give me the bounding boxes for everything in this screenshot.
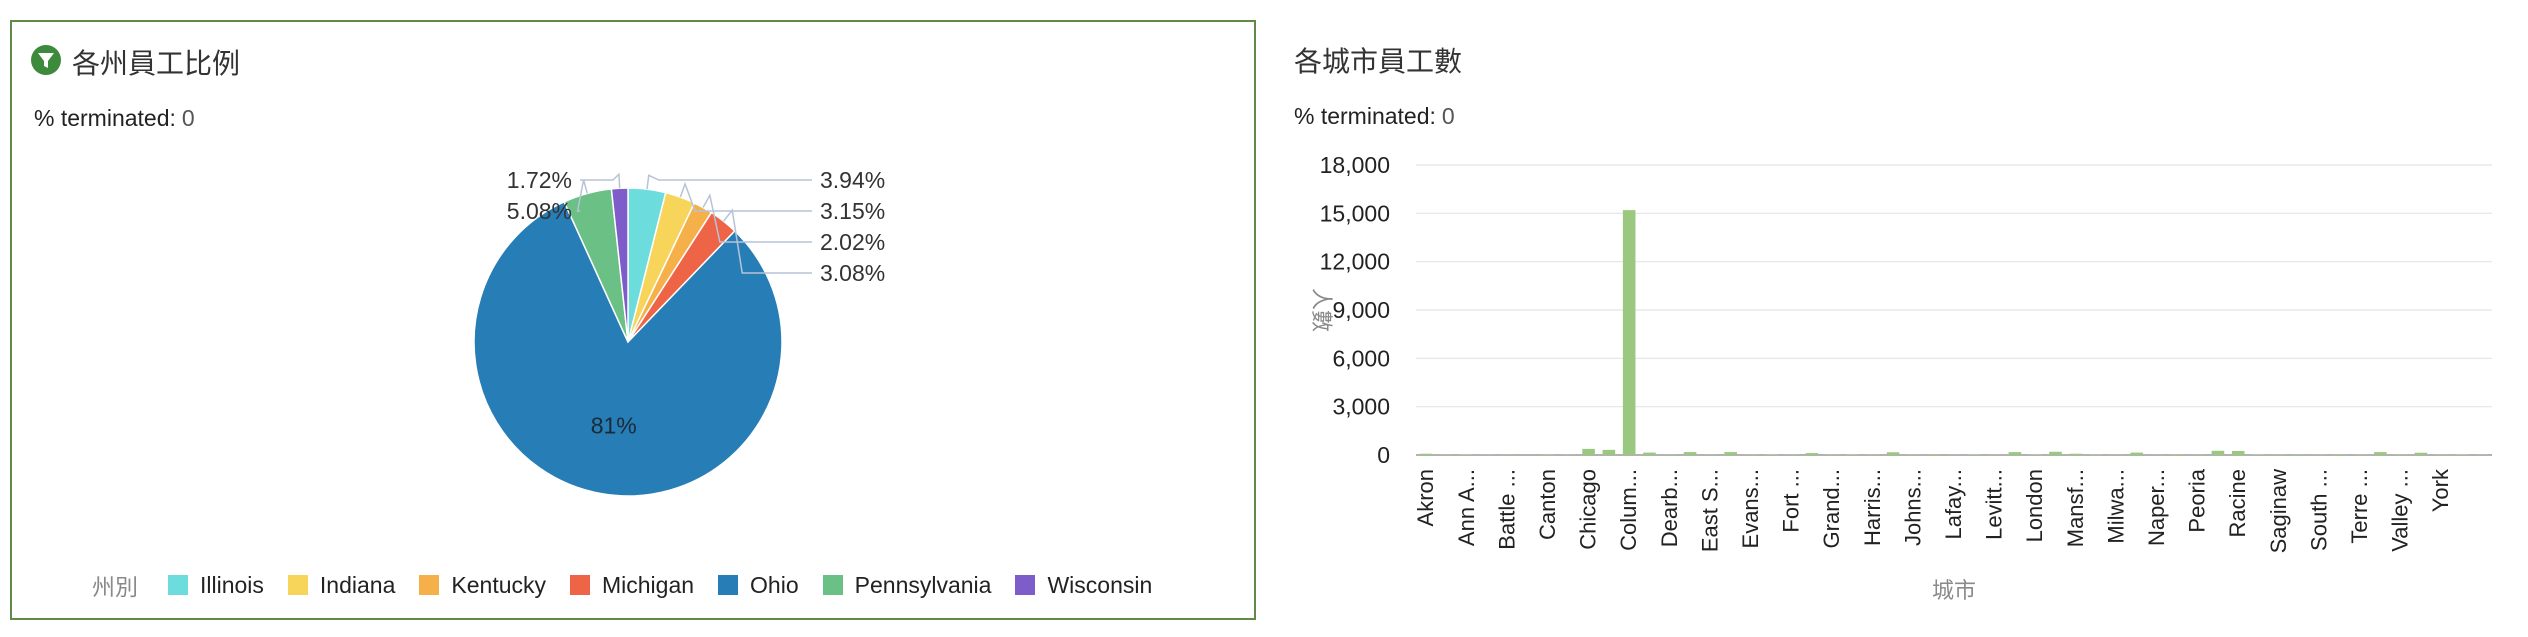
pie-label-wisconsin: 1.72%: [507, 167, 572, 193]
legend-swatch: [570, 575, 590, 595]
legend-item-pennsylvania[interactable]: Pennsylvania: [822, 571, 992, 599]
x-axis-title: 城市: [1932, 578, 1976, 603]
legend-label: Illinois: [200, 571, 264, 598]
x-tick-label: York: [2428, 468, 2453, 512]
x-tick-label: Grand...: [1819, 469, 1844, 548]
bar[interactable]: [2049, 451, 2062, 455]
bar[interactable]: [2292, 454, 2306, 455]
pie-label-kentucky: 2.02%: [820, 229, 885, 255]
y-tick-label: 3,000: [1332, 394, 1390, 420]
bar[interactable]: [1622, 210, 1636, 455]
pie-chart: 3.94% 3.15% 2.02% 3.08% 1.72% 5.08% 81%: [473, 167, 885, 497]
x-tick-label: Terre ...: [2347, 469, 2372, 544]
bar[interactable]: [2008, 452, 2022, 455]
pie-label-michigan: 3.08%: [820, 260, 885, 286]
legend-swatch: [168, 575, 188, 595]
city-count-panel: 各城市員工數 % terminated: 0 0 3,000 6,000 9,000 12…: [1284, 20, 2504, 620]
bar-chart: 0 3,000 6,000 9,000 12,000 15,000 18,000 Akron A…: [1309, 152, 2492, 603]
legend-label: Michigan: [602, 571, 695, 598]
y-tick-label: 6,000: [1332, 345, 1390, 371]
state-ratio-panel: 各州員工比例 % terminated: 0 3.94% 3.15% 2.02% 3.0…: [10, 20, 1256, 620]
bar[interactable]: [1602, 449, 1616, 455]
bar[interactable]: [2333, 454, 2347, 455]
x-tick-label: East S...: [1697, 469, 1722, 552]
legend-swatch: [822, 575, 843, 595]
bar[interactable]: [2374, 452, 2387, 455]
bar[interactable]: [1582, 448, 1595, 455]
x-tick-label: Chicago: [1576, 469, 1601, 550]
bar[interactable]: [1927, 454, 1940, 455]
bar[interactable]: [1683, 452, 1697, 455]
x-tick-label: Fort ...: [1779, 469, 1804, 533]
y-tick-label: 0: [1377, 442, 1390, 468]
x-tick-label: Valley ...: [2388, 469, 2413, 552]
legend-item-indiana[interactable]: Indiana: [287, 571, 396, 599]
bar[interactable]: [1805, 453, 1819, 455]
y-tick-label: 15,000: [1320, 200, 1390, 226]
x-tick-label: Evans...: [1738, 469, 1763, 548]
x-tick-label: Battle ...: [1494, 469, 1519, 550]
x-tick-label: Akron: [1413, 469, 1438, 526]
x-tick-label: Lafay...: [1941, 469, 1966, 540]
x-tick-label: Johns...: [1900, 469, 1925, 546]
legend-label: Pennsylvania: [854, 571, 992, 598]
y-axis-title: 人數: [1309, 288, 1334, 332]
legend-swatch: [287, 575, 308, 595]
legend-item-ohio[interactable]: Ohio: [718, 572, 799, 599]
legend-swatch: [419, 575, 440, 595]
bar[interactable]: [1663, 454, 1677, 455]
y-tick-label: 12,000: [1320, 249, 1390, 275]
pie-legend: 州別 Illinois Indiana Kentucky Michigan Ohio Pe…: [92, 570, 1176, 601]
x-tick-label: South ...: [2306, 469, 2331, 551]
pie-label-pennsylvania: 5.08%: [507, 198, 572, 224]
legend-item-michigan[interactable]: Michigan: [570, 572, 694, 599]
x-tick-label: Colum...: [1616, 469, 1641, 551]
x-tick-label: Harris...: [1860, 469, 1885, 546]
x-tick-label: Naper...: [2144, 469, 2169, 546]
y-tick-label: 9,000: [1332, 297, 1390, 323]
y-tick-label: 18,000: [1320, 152, 1390, 178]
legend-item-illinois[interactable]: Illinois: [168, 572, 264, 599]
x-tick-label: Peoria: [2185, 468, 2210, 532]
legend-swatch: [1015, 575, 1036, 595]
legend-item-kentucky[interactable]: Kentucky: [419, 572, 546, 599]
pie-label-illinois: 3.94%: [820, 167, 885, 193]
legend-label: Wisconsin: [1047, 571, 1153, 598]
bar[interactable]: [1419, 453, 1433, 455]
x-tick-label: Mansf...: [2063, 469, 2088, 547]
x-tick-label: Racine: [2225, 469, 2250, 537]
bar[interactable]: [2414, 452, 2428, 455]
bar[interactable]: [1886, 452, 1900, 455]
legend-swatch: [718, 575, 739, 595]
x-tick-label: Levitt...: [1982, 469, 2007, 540]
bar[interactable]: [2069, 453, 2083, 455]
legend-label: Ohio: [750, 571, 799, 598]
pie-label-ohio: 81%: [591, 412, 637, 438]
pie-leader-line: [646, 174, 812, 190]
bar[interactable]: [2171, 454, 2184, 455]
bar[interactable]: [2231, 450, 2245, 455]
x-tick-label: Ann A...: [1454, 469, 1479, 546]
bar[interactable]: [1724, 452, 1737, 455]
legend-label: Indiana: [319, 571, 396, 598]
bar[interactable]: [2130, 452, 2144, 455]
legend-label: Kentucky: [451, 571, 546, 598]
x-tick-label: Saginaw: [2266, 469, 2291, 554]
bar[interactable]: [1643, 452, 1656, 455]
legend-title: 州別: [92, 574, 138, 600]
x-tick-label: Milwa...: [2103, 469, 2128, 544]
x-tick-label: Canton: [1535, 469, 1560, 540]
x-tick-label: London: [2022, 469, 2047, 542]
pie-label-indiana: 3.15%: [820, 198, 885, 224]
bar[interactable]: [2211, 450, 2225, 455]
x-tick-label: Dearb...: [1657, 469, 1682, 547]
legend-item-wisconsin[interactable]: Wisconsin: [1015, 572, 1152, 599]
